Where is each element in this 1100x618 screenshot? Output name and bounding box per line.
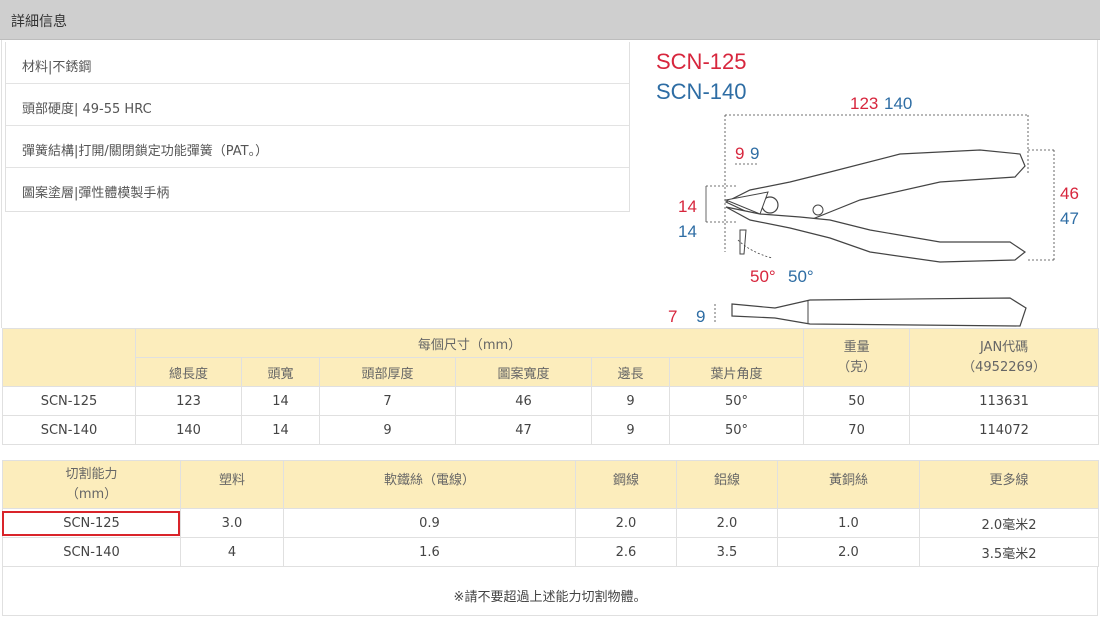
col-blade-angle: 葉片角度 — [668, 357, 805, 387]
diagram-head-b: 14 — [678, 222, 697, 241]
col-head-width: 頭寬 — [241, 357, 320, 387]
cell: 50° — [668, 386, 805, 416]
spec-row-spring: 彈簧結構|打開/關閉鎖定功能彈簧（PAT。） — [6, 126, 629, 168]
cut-header-brass-wire: 黃銅絲 — [777, 460, 920, 509]
cell: 47 — [455, 415, 592, 445]
frame-line-right — [1097, 40, 1098, 328]
cell: 3.0 — [180, 508, 284, 538]
frame-line-left — [1, 40, 2, 328]
diagram-model-b: SCN-140 — [656, 79, 746, 104]
weight-header: 重量 （克） — [803, 328, 911, 387]
cell: SCN-140 — [2, 537, 181, 567]
spec-list: 材料|不銹鋼 頭部硬度| 49-55 HRC 彈簧結構|打開/關閉鎖定功能彈簧（… — [5, 42, 630, 212]
cell: 2.6 — [575, 537, 677, 567]
col-edge-length: 邊長 — [591, 357, 670, 387]
cell: 2.0 — [575, 508, 677, 538]
cell: 2.0 — [676, 508, 778, 538]
cell: 7 — [319, 386, 456, 416]
jan-header-line2: （4952269） — [962, 359, 1047, 375]
product-diagram: SCN-125 SCN-140 123 140 9 9 14 14 46 47 … — [656, 49, 1079, 327]
jan-header-line1: JAN代碼 — [979, 339, 1029, 355]
cell: SCN-140 — [2, 415, 136, 445]
cell: 14 — [241, 386, 320, 416]
diagram-edge-b: 9 — [750, 144, 759, 163]
cut-header-soft-wire: 軟鐵絲（電線） — [283, 460, 576, 509]
cell: 14 — [241, 415, 320, 445]
jan-header: JAN代碼 （4952269） — [909, 328, 1100, 387]
col-pattern-width: 圖案寬度 — [455, 357, 592, 387]
cell: 9 — [591, 415, 670, 445]
dimensions-table: 每個尺寸（mm） 重量 （克） JAN代碼 （4952269） 總長度 頭寬 頭… — [2, 328, 1100, 445]
dims-group-header: 每個尺寸（mm） — [134, 328, 805, 358]
cell: 3.5 — [676, 537, 778, 567]
diagram-thick-a: 7 — [668, 307, 677, 326]
diagram-total-b: 140 — [884, 94, 912, 113]
spec-text: 圖案塗層|彈性體模製手柄 — [22, 186, 170, 201]
cell: 46 — [455, 386, 592, 416]
diagram-thick-b: 9 — [696, 307, 705, 326]
diagram-angle-a: 50° — [750, 267, 776, 286]
cell: 0.9 — [283, 508, 576, 538]
cell: 2.0毫米2 — [919, 508, 1099, 538]
table-row: SCN-140 4 1.6 2.6 3.5 2.0 3.5毫米2 — [2, 537, 1099, 567]
cut-header-plastic: 塑料 — [180, 460, 284, 509]
spec-row-coating: 圖案塗層|彈性體模製手柄 — [6, 168, 629, 210]
col-total-length: 總長度 — [135, 357, 242, 387]
diagram-head-a: 14 — [678, 197, 697, 216]
cut-header-capacity-line2: （mm） — [65, 486, 118, 502]
cell: 50 — [803, 386, 911, 416]
cut-header-steel-wire: 鋼線 — [575, 460, 677, 509]
table-row: SCN-140 140 14 9 47 9 50° 70 114072 — [2, 415, 1100, 445]
diagram-width-a: 46 — [1060, 184, 1079, 203]
spec-text: 彈簧結構|打開/關閉鎖定功能彈簧（PAT。） — [22, 144, 269, 159]
diagram-total-a: 123 — [850, 94, 878, 113]
cell: 113631 — [909, 386, 1100, 416]
details-header: 詳細信息 — [0, 0, 1100, 40]
cutting-capacity-table: 切割能力 （mm） 塑料 軟鐵絲（電線） 鋼線 鋁線 黃銅絲 更多線 SCN-1… — [2, 460, 1099, 567]
cell: 114072 — [909, 415, 1100, 445]
dims-header-blank — [2, 328, 136, 387]
weight-header-line2: （克） — [837, 359, 877, 375]
cell: 123 — [135, 386, 242, 416]
capacity-note-text: ※請不要超過上述能力切割物體。 — [453, 590, 647, 605]
cell: 3.5毫米2 — [919, 537, 1099, 567]
cell: 1.0 — [777, 508, 920, 538]
spec-row-hardness: 頭部硬度| 49-55 HRC — [6, 84, 629, 126]
diagram-edge-a: 9 — [735, 144, 744, 163]
cut-header-capacity-line1: 切割能力 — [65, 466, 118, 482]
cell: 1.6 — [283, 537, 576, 567]
diagram-model-a: SCN-125 — [656, 49, 746, 74]
cell: 9 — [319, 415, 456, 445]
cell: 50° — [668, 415, 805, 445]
capacity-note: ※請不要超過上述能力切割物體。 — [2, 567, 1098, 616]
table-row: SCN-125 3.0 0.9 2.0 2.0 1.0 2.0毫米2 — [2, 508, 1099, 538]
diagram-width-b: 47 — [1060, 209, 1079, 228]
cell: 140 — [135, 415, 242, 445]
spec-row-material: 材料|不銹鋼 — [6, 42, 629, 84]
col-head-thickness: 頭部厚度 — [319, 357, 456, 387]
cell: 2.0 — [777, 537, 920, 567]
weight-header-line1: 重量 — [843, 339, 870, 355]
spec-text: 材料|不銹鋼 — [22, 60, 92, 75]
cell: 70 — [803, 415, 911, 445]
cut-header-more-wire: 更多線 — [919, 460, 1099, 509]
cell: SCN-125 — [2, 508, 181, 538]
table-row: SCN-125 123 14 7 46 9 50° 50 113631 — [2, 386, 1100, 416]
diagram-angle-b: 50° — [788, 267, 814, 286]
spec-text: 頭部硬度| 49-55 HRC — [22, 102, 152, 117]
page-root: 詳細信息 材料|不銹鋼 頭部硬度| 49-55 HRC 彈簧結構|打開/關閉鎖定… — [0, 0, 1100, 618]
details-title: 詳細信息 — [11, 14, 67, 30]
cut-header-aluminum-wire: 鋁線 — [676, 460, 778, 509]
cell: 9 — [591, 386, 670, 416]
cell: 4 — [180, 537, 284, 567]
cut-header-capacity: 切割能力 （mm） — [2, 460, 181, 509]
cell: SCN-125 — [2, 386, 136, 416]
